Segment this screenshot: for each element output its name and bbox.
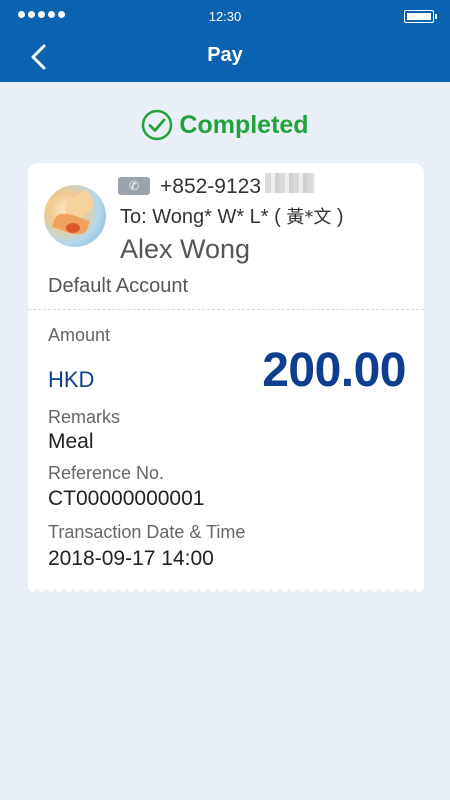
phone-row: ✆ +852-9123 xyxy=(118,173,316,199)
phone-number: +852-9123 xyxy=(160,173,316,199)
check-circle-icon xyxy=(142,109,173,141)
avatar xyxy=(44,185,106,247)
battery-icon xyxy=(404,10,437,23)
reference-label: Reference No. xyxy=(48,463,165,483)
nav-bar: Pay xyxy=(0,34,450,82)
recipient-to: To: Wong* W* L* ( 黃*文 ) xyxy=(120,206,344,228)
account-name: Default Account xyxy=(48,275,189,297)
amount-label: Amount xyxy=(48,325,111,345)
receipt-edge xyxy=(28,584,424,592)
datetime-value: 2018-09-17 14:00 xyxy=(48,547,214,570)
currency: HKD xyxy=(48,367,95,392)
remarks-value: Meal xyxy=(48,430,94,453)
completed-status: Completed xyxy=(0,109,450,141)
amount-value: 200.00 xyxy=(262,344,406,397)
divider xyxy=(28,309,424,310)
receipt-card: ✆ +852-9123 To: Wong* W* L* ( 黃*文 ) Alex… xyxy=(28,163,424,589)
remarks-label: Remarks xyxy=(48,407,121,427)
status-time: 12:30 xyxy=(208,9,242,24)
datetime-label: Transaction Date & Time xyxy=(48,522,246,542)
reference-value: CT00000000001 xyxy=(48,487,205,510)
phone-icon: ✆ xyxy=(118,177,150,195)
recipient-name: Alex Wong xyxy=(120,234,251,264)
status-text: Completed xyxy=(179,110,309,139)
masked-digits xyxy=(265,173,316,193)
status-bar: 12:30 xyxy=(0,0,450,34)
page-title: Pay xyxy=(207,44,243,66)
